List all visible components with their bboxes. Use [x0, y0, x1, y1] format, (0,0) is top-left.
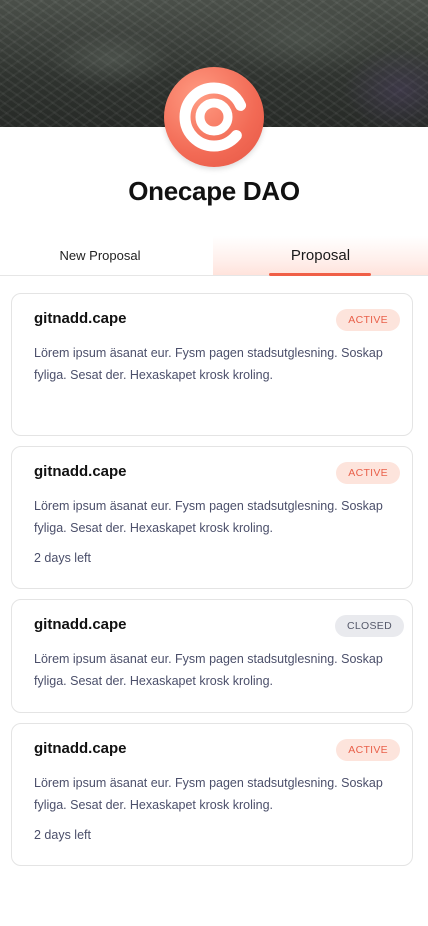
- proposal-title: gitnadd.cape: [34, 463, 127, 480]
- status-badge: CLOSED: [335, 615, 404, 637]
- tab-new-proposal[interactable]: New Proposal: [0, 236, 200, 275]
- proposal-title: gitnadd.cape: [34, 740, 127, 757]
- tab-proposal[interactable]: Proposal: [213, 236, 428, 275]
- proposal-description: Lörem ipsum äsanat eur. Fysm pagen stads…: [34, 499, 383, 535]
- proposal-card[interactable]: gitnadd.cape ACTIVE Lörem ipsum äsanat e…: [11, 446, 413, 589]
- proposal-description: Lörem ipsum äsanat eur. Fysm pagen stads…: [34, 776, 383, 812]
- proposal-card[interactable]: gitnadd.cape CLOSED Lörem ipsum äsanat e…: [11, 599, 413, 713]
- status-badge: ACTIVE: [336, 309, 400, 331]
- proposal-description: Lörem ipsum äsanat eur. Fysm pagen stads…: [34, 346, 383, 382]
- proposal-card[interactable]: gitnadd.cape ACTIVE Lörem ipsum äsanat e…: [11, 723, 413, 866]
- time-left-label: 2 days left: [34, 551, 91, 565]
- proposal-title: gitnadd.cape: [34, 310, 127, 327]
- proposal-description: Lörem ipsum äsanat eur. Fysm pagen stads…: [34, 652, 383, 688]
- onecape-logo-icon: [164, 67, 264, 167]
- status-badge: ACTIVE: [336, 462, 400, 484]
- time-left-label: 2 days left: [34, 828, 91, 842]
- active-tab-indicator: [269, 273, 371, 276]
- tab-bar: New Proposal Proposal: [0, 236, 428, 276]
- status-badge: ACTIVE: [336, 739, 400, 761]
- page-title: Onecape DAO: [128, 176, 300, 206]
- proposal-title: gitnadd.cape: [34, 616, 127, 633]
- proposal-card[interactable]: gitnadd.cape ACTIVE Lörem ipsum äsanat e…: [11, 293, 413, 436]
